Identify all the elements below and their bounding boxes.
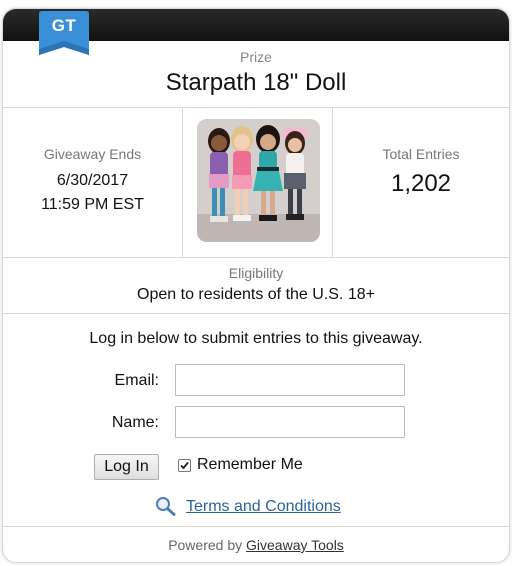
eligibility-text: Open to residents of the U.S. 18+ [137, 286, 375, 303]
giveaway-widget: GT Prize Starpath 18" Doll Giveaway Ends… [2, 8, 510, 563]
remember-me-label[interactable]: Remember Me [197, 456, 303, 474]
badge-text: GT [51, 16, 77, 35]
eligibility-label: Eligibility [228, 265, 284, 281]
prize-image-panel [183, 108, 333, 257]
checkmark-icon [180, 461, 189, 470]
terms-row[interactable]: Terms and Conditions [155, 496, 341, 518]
terms-and-conditions-link[interactable]: Terms and Conditions [186, 498, 341, 516]
login-instructions: Log in below to submit entries to this g… [89, 330, 423, 347]
email-label: Email: [114, 372, 159, 389]
giveaway-tools-link[interactable]: Giveaway Tools [246, 537, 344, 553]
gt-logo-badge: GT [39, 11, 89, 58]
dolls-image [197, 119, 320, 242]
powered-by: Powered by Giveaway Tools [3, 537, 509, 553]
name-label: Name: [111, 414, 159, 431]
total-entries-label: Total Entries [382, 146, 460, 162]
stats-section: Giveaway Ends 6/30/2017 11:59 PM EST Tot… [3, 108, 509, 258]
prize-name: Starpath 18" Doll [165, 69, 347, 96]
magnifier-icon[interactable] [155, 496, 177, 516]
giveaway-ends-label: Giveaway Ends [43, 146, 142, 162]
log-in-button[interactable]: Log In [94, 454, 159, 480]
footer: Powered by Giveaway Tools [3, 527, 509, 562]
giveaway-ends-date: 6/30/2017 [56, 172, 129, 189]
remember-me-checkbox[interactable] [178, 459, 191, 472]
login-section: Log in below to submit entries to this g… [3, 314, 509, 527]
prize-photo [197, 119, 320, 242]
giveaway-ends-time: 11:59 PM EST [41, 196, 144, 213]
giveaway-ends-panel: Giveaway Ends 6/30/2017 11:59 PM EST [3, 108, 183, 257]
total-entries-panel: Total Entries 1,202 [333, 108, 509, 257]
powered-by-prefix: Powered by [168, 537, 243, 553]
name-field[interactable] [175, 406, 405, 438]
total-entries-count: 1,202 [390, 170, 452, 197]
eligibility-section: Eligibility Open to residents of the U.S… [3, 258, 509, 314]
email-field[interactable] [175, 364, 405, 396]
